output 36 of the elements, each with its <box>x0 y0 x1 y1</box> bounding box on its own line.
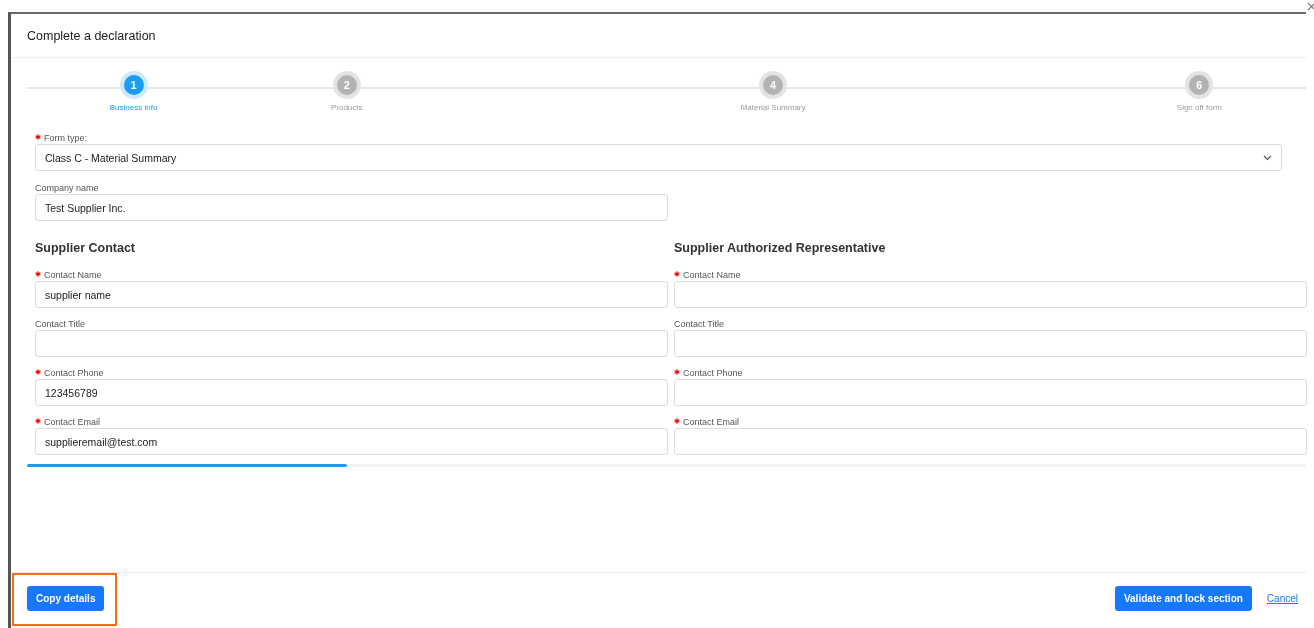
input-field[interactable] <box>35 330 668 357</box>
field-label: Company name <box>35 182 99 194</box>
close-icon[interactable] <box>1307 2 1314 11</box>
form-type-dropdown[interactable]: Class C - Material Summary <box>35 144 1282 171</box>
section-heading: Supplier Contact <box>35 241 136 257</box>
copy-details-button[interactable]: Copy details <box>27 586 105 611</box>
field-label: Contact Name <box>44 269 102 281</box>
field-label: Contact Title <box>35 318 86 330</box>
step-label[interactable]: Material Summary <box>740 103 806 112</box>
step-number[interactable]: 2 <box>336 75 357 95</box>
input-field[interactable]: Test Supplier Inc. <box>35 194 668 221</box>
step-label[interactable]: Products <box>330 103 363 112</box>
field-label: Contact Phone <box>683 367 743 379</box>
input-field[interactable]: supplier name <box>35 281 668 308</box>
dialog-title: Complete a declaration <box>27 28 156 43</box>
input-field[interactable] <box>674 281 1307 308</box>
step-label[interactable]: Sign off form <box>1176 103 1222 112</box>
chevron-down-icon <box>1263 154 1272 161</box>
section-heading: Supplier Authorized Representative <box>674 241 887 257</box>
cancel-link[interactable]: Cancel <box>1266 593 1298 604</box>
field-label: Contact Phone <box>44 367 104 379</box>
step-number[interactable]: 1 <box>123 75 144 95</box>
input-field[interactable] <box>674 428 1307 455</box>
step-number[interactable]: 6 <box>1189 75 1210 95</box>
input-field[interactable] <box>674 379 1307 406</box>
step-label[interactable]: Business info <box>109 103 158 112</box>
field-label: Contact Title <box>674 318 725 330</box>
field-label: Contact Email <box>683 416 740 428</box>
step-number[interactable]: 4 <box>763 75 784 95</box>
input-field[interactable]: supplieremail@test.com <box>35 428 668 455</box>
field-label: Contact Name <box>683 269 741 281</box>
validate-button[interactable]: Validate and lock section <box>1114 586 1252 611</box>
input-field[interactable]: 123456789 <box>35 379 668 406</box>
input-field[interactable] <box>674 330 1307 357</box>
field-label: Form type: <box>44 132 87 144</box>
field-label: Contact Email <box>44 416 101 428</box>
